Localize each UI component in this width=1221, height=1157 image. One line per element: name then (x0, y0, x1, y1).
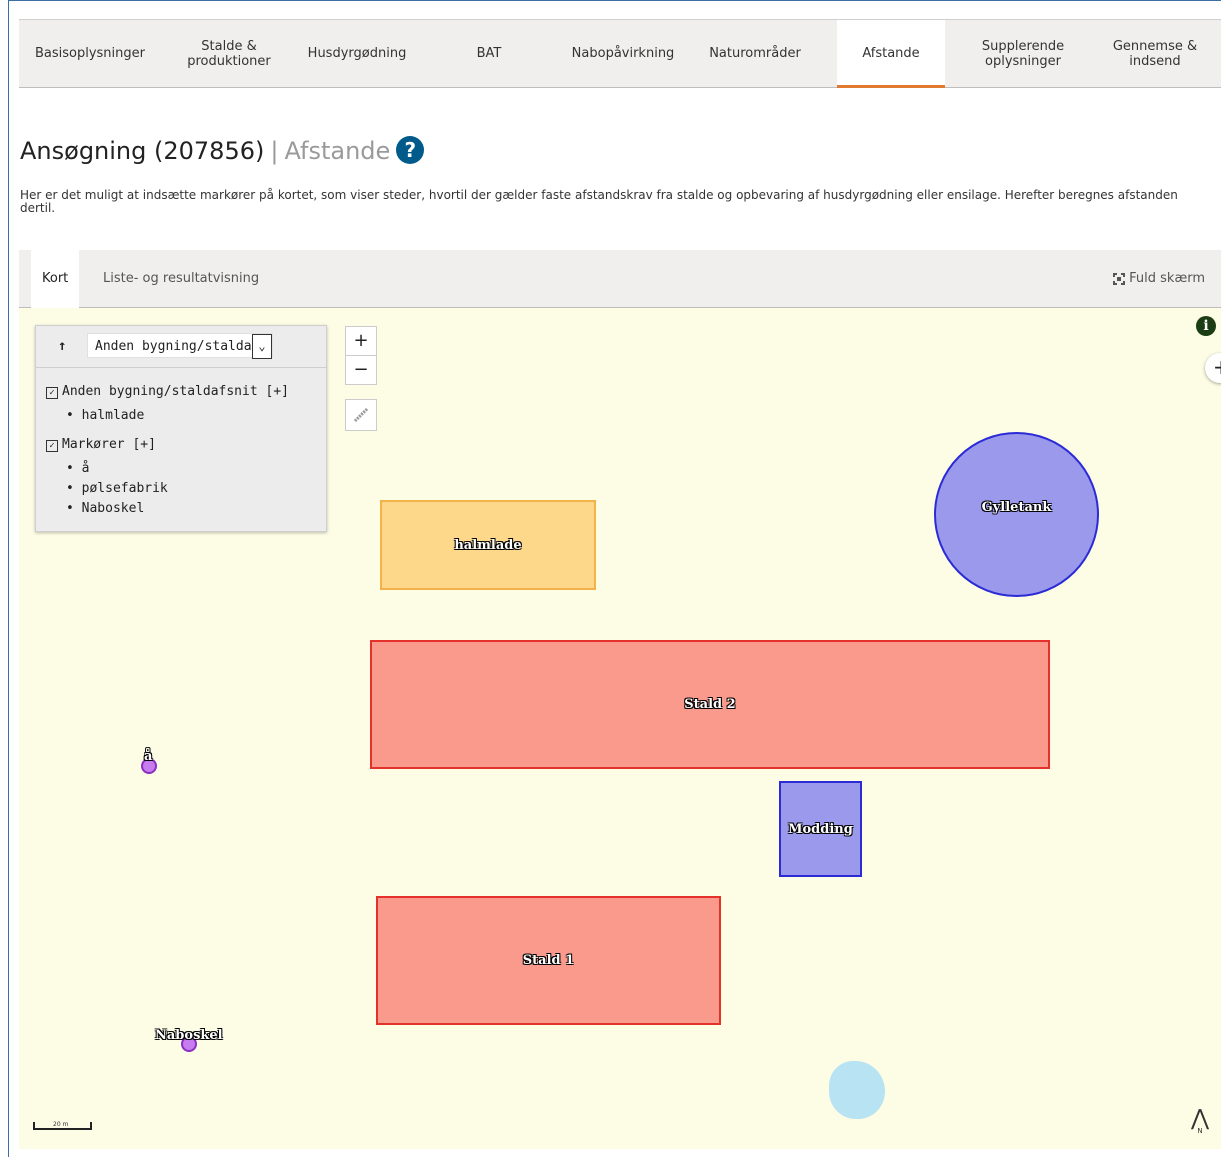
building-stald-1[interactable]: Stald 1 (376, 896, 721, 1025)
expand-toggle[interactable]: [+] (132, 437, 155, 452)
tab-label: Husdyrgødning (307, 46, 407, 61)
layer-item: • Naboskel (66, 501, 145, 516)
tab-basisoplysninger[interactable]: Basisoplysninger (19, 20, 161, 87)
building-stald-2[interactable]: Stald 2 (370, 640, 1050, 769)
info-icon[interactable]: i (1196, 316, 1216, 336)
main-tab-bar: Basisoplysninger Stalde & produktioner H… (19, 19, 1221, 88)
tab-label: Basisoplysninger (34, 46, 145, 61)
layer-group-label: Markører (62, 437, 125, 452)
layer-item-label: Naboskel (81, 501, 145, 516)
tab-label: BAT (476, 46, 502, 61)
tab-label: Gennemse & indsend (1112, 38, 1198, 69)
active-tab-indicator (837, 85, 945, 88)
scale-bar: 20 m (33, 1121, 92, 1130)
fullscreen-icon (1113, 272, 1126, 285)
map-canvas[interactable]: halmlade Stald 2 Modding Stald 1 Gylleta… (19, 308, 1221, 1149)
layer-group-markorer[interactable]: ✓ Markører [+] (46, 437, 156, 452)
tab-stalde-produktioner[interactable]: Stalde & produktioner (161, 20, 297, 87)
chevron-down-icon: ⌄ (252, 334, 272, 359)
tab-nabopavirkning[interactable]: Nabopåvirkning (561, 20, 685, 87)
page-title: Ansøgning (207856) | Afstande? (20, 136, 425, 165)
title-separator: | (270, 137, 279, 165)
tab-label: Supplerende oplysninger (981, 38, 1065, 69)
layer-group-label: Anden bygning/staldafsnit (62, 384, 258, 399)
tab-supplerende-oplysninger[interactable]: Supplerende oplysninger (957, 20, 1089, 87)
tab-map[interactable]: Kort (31, 250, 80, 308)
help-icon[interactable]: ? (396, 136, 425, 164)
measure-button[interactable] (345, 399, 377, 431)
layer-group-anden-bygning[interactable]: ✓ Anden bygning/staldafsnit [+] (46, 384, 289, 399)
page-description: Her er det muligt at indsætte markører p… (20, 188, 1178, 215)
layer-panel-header: ↑ Anden bygning/staldaf ⌄ (36, 326, 326, 368)
layer-item: • halmlade (66, 408, 145, 423)
application-title: Ansøgning (207856) (20, 137, 265, 165)
building-label: halmlade (454, 537, 522, 553)
fullscreen-button[interactable]: Fuld skærm (1112, 250, 1205, 307)
expand-side-panel-button[interactable]: + (1205, 353, 1221, 383)
tab-husdyrgodning[interactable]: Husdyrgødning (297, 20, 417, 87)
zoom-in-button[interactable]: + (345, 326, 377, 356)
layer-item-label: å (81, 461, 90, 476)
fullscreen-label: Fuld skærm (1129, 271, 1205, 286)
water-body (829, 1061, 885, 1119)
building-halmlade[interactable]: halmlade (380, 500, 596, 590)
expand-toggle[interactable]: [+] (266, 384, 289, 399)
scale-label: 20 m (53, 1121, 69, 1128)
tab-label: Afstande (862, 46, 920, 61)
tab-label: Stalde & produktioner (187, 38, 271, 69)
layer-select[interactable]: Anden bygning/staldaf ⌄ (87, 333, 273, 359)
building-label: Stald 1 (522, 953, 575, 968)
tab-label: Nabopåvirkning (571, 46, 675, 61)
checkbox-icon[interactable]: ✓ (46, 387, 58, 399)
layer-item: • å (66, 461, 90, 476)
scale-bar-line: 20 m (33, 1121, 92, 1130)
layer-panel: ↑ Anden bygning/staldaf ⌄ ✓ Anden bygning… (35, 325, 327, 532)
building-gylletank[interactable]: Gylletank (934, 432, 1099, 597)
north-arrow-icon: ⋀ N (1190, 1106, 1209, 1135)
tab-gennemse-indsend[interactable]: Gennemse & indsend (1089, 20, 1221, 87)
building-label: Gylletank (981, 500, 1052, 515)
building-modding[interactable]: Modding (779, 781, 862, 877)
tab-afstande[interactable]: Afstande (837, 20, 945, 88)
marker-label: å (144, 749, 153, 764)
tab-list-results[interactable]: Liste- og resultatvisning (103, 250, 259, 307)
zoom-out-button[interactable]: − (345, 355, 377, 385)
tab-bat[interactable]: BAT (417, 20, 561, 87)
arrow-up-icon[interactable]: ↑ (58, 338, 66, 354)
north-label: N (1197, 1127, 1203, 1135)
layer-item-label: pølsefabrik (81, 481, 168, 496)
ruler-icon (353, 407, 369, 423)
tab-naturomrader[interactable]: Naturområder (685, 20, 825, 87)
checkbox-icon[interactable]: ✓ (46, 440, 58, 452)
building-label: Stald 2 (684, 697, 736, 712)
view-tab-bar: Kort Liste- og resultatvisning Fuld skær… (19, 250, 1221, 308)
layer-select-value: Anden bygning/staldaf (95, 339, 260, 354)
marker-label: Naboskel (155, 1028, 223, 1043)
section-title: Afstande (284, 137, 391, 165)
layer-item-label: halmlade (81, 408, 145, 423)
layer-item: • pølsefabrik (66, 481, 168, 496)
building-label: Modding (788, 821, 853, 837)
tab-label: Naturområder (709, 46, 801, 61)
